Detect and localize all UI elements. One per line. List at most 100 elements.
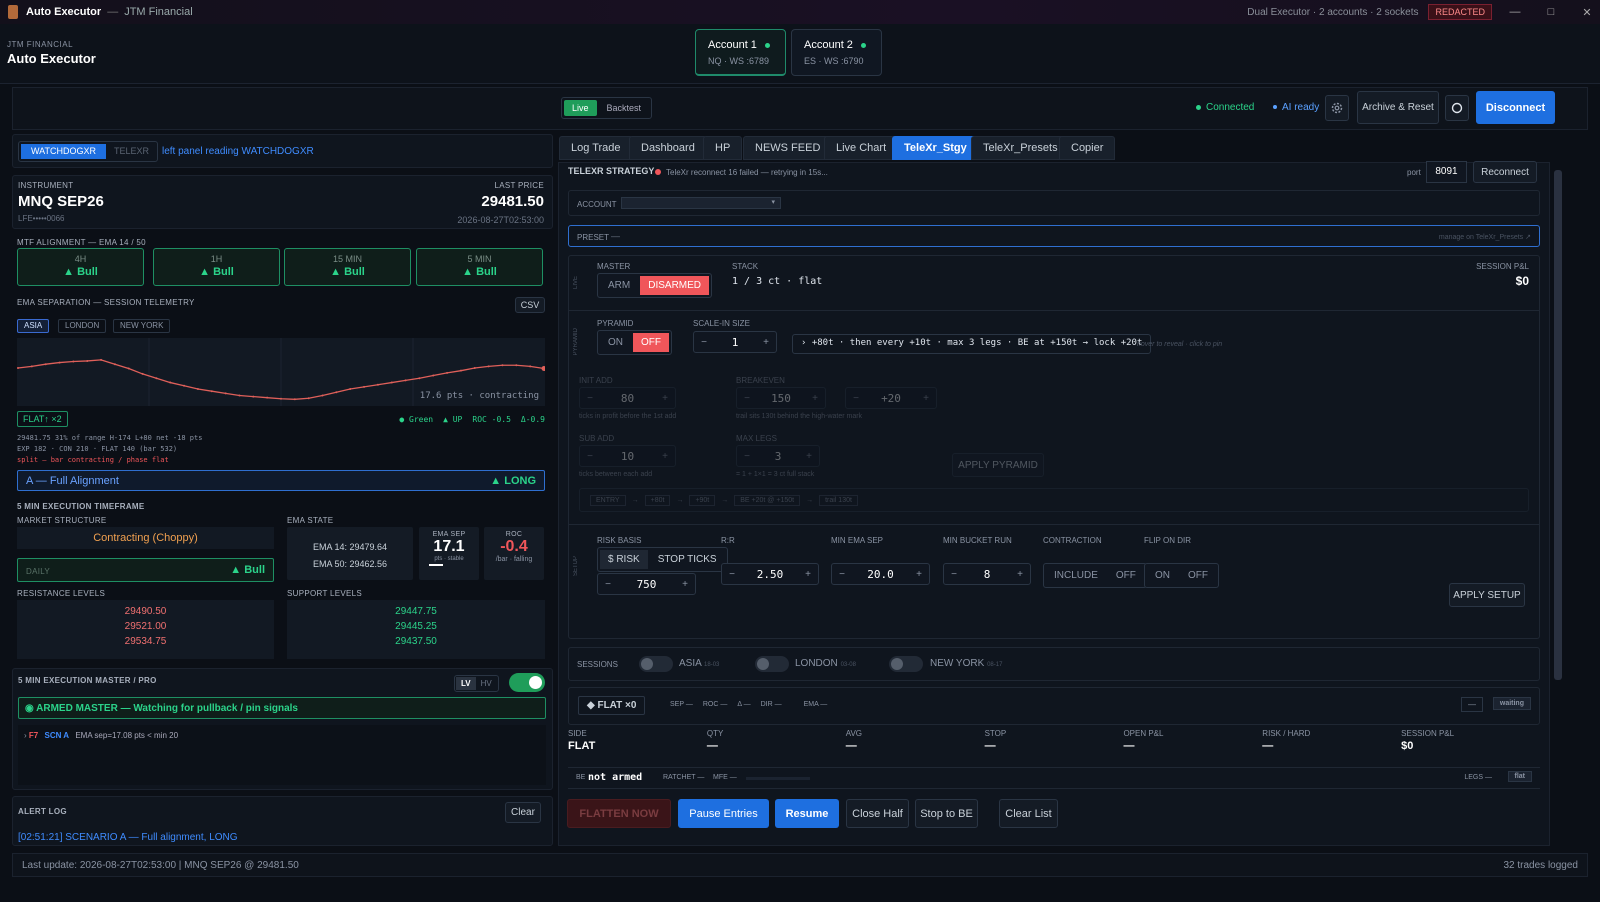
resume-button[interactable]: Resume (775, 799, 839, 828)
app-header: JTM FINANCIAL Auto Executor Account 1 NQ… (0, 24, 1600, 84)
min-bucket-stepper[interactable]: −8 + (943, 563, 1031, 585)
spark-point (307, 397, 310, 400)
close-half-button[interactable]: Close Half (846, 799, 909, 828)
spark-point (141, 372, 144, 375)
pyramid-off[interactable]: OFF (633, 333, 669, 352)
mtf-5min: 5 MIN ▲ Bull (416, 248, 543, 286)
tab-telexr-presets[interactable]: TeleXr_Presets (971, 136, 1070, 160)
hv-button[interactable]: HV (476, 677, 497, 690)
new-york-switch[interactable] (889, 656, 923, 672)
legs-badge: flat (1507, 771, 1532, 782)
flip-toggle: ON OFF (1144, 563, 1219, 588)
account-tab-2[interactable]: Account 2 ES · WS :6790 (791, 29, 882, 76)
tab-live-chart[interactable]: Live Chart (824, 136, 899, 160)
arm-button[interactable]: ARM (600, 276, 638, 295)
tab-copier[interactable]: Copier (1059, 136, 1116, 160)
instrument-label: INSTRUMENT (18, 181, 74, 190)
pause-entries-button[interactable]: Pause Entries (678, 799, 769, 828)
port-label: port (1407, 168, 1421, 177)
max-legs-stepper[interactable]: −3 + (736, 445, 820, 467)
disarmed-button[interactable]: DISARMED (640, 276, 710, 295)
be-state: not armed (588, 772, 643, 783)
source-tab-watchdogxr[interactable]: WATCHDOGXR (21, 144, 106, 159)
mode-toggle: Live Backtest (561, 97, 653, 119)
pyramid-on[interactable]: ON (600, 333, 631, 352)
scrollbar[interactable] (1554, 170, 1562, 680)
account-socket: ES · WS :6790 (804, 56, 864, 66)
pyramid-hint: hover to reveal · click to pin (1137, 341, 1223, 348)
flatten-now-button[interactable]: FLATTEN NOW (567, 799, 671, 828)
resistance-level: 29534.75 (124, 636, 167, 647)
tab-news-feed[interactable]: NEWS FEED (743, 136, 833, 160)
strategy-panel: TELEXR STRATEGY TeleXr reconnect 16 fail… (558, 161, 1550, 846)
scale-in-stepper[interactable]: −1 + (693, 331, 777, 353)
master-toggle[interactable] (509, 673, 545, 692)
tab-hp[interactable]: HP (703, 136, 743, 160)
stop-ticks-button[interactable]: STOP TICKS (650, 550, 725, 569)
redacted-badge: REDACTED (1428, 4, 1492, 20)
live-mode-button[interactable]: Live (564, 100, 597, 116)
disconnect-button[interactable]: Disconnect (1476, 91, 1555, 124)
pyramid-description[interactable]: › +80t · then every +10t · max 3 legs · … (792, 334, 1152, 354)
preset-row[interactable]: PRESET — manage on TeleXr_Presets ↗ (568, 225, 1540, 247)
london-switch[interactable] (755, 656, 789, 672)
contraction-include[interactable]: INCLUDE (1046, 566, 1106, 585)
org-name: JTM Financial (124, 6, 193, 18)
session-new-york[interactable]: NEW YORK (113, 319, 171, 333)
source-bar: WATCHDOGXR TELEXR left panel reading WAT… (12, 134, 553, 168)
init-add-stepper[interactable]: −80 + (579, 387, 676, 409)
sub-add-stepper[interactable]: −10 + (579, 445, 676, 467)
reconnect-button[interactable]: Reconnect (1473, 161, 1537, 183)
source-tab-telexr[interactable]: TELEXR (108, 144, 155, 159)
clear-alerts-button[interactable]: Clear (505, 802, 541, 823)
min-ema-sep-stepper[interactable]: −20.0 + (831, 563, 930, 585)
stop-to-be-button[interactable]: Stop to BE (915, 799, 978, 828)
lv-button[interactable]: LV (456, 677, 476, 690)
session-asia[interactable]: ASIA (17, 319, 50, 333)
tab-log-trade[interactable]: Log Trade (559, 136, 633, 160)
app-title: Auto Executor (26, 6, 102, 18)
resistance-level: 29521.00 (124, 621, 167, 632)
account-select[interactable]: ▾ (621, 197, 781, 209)
brand-org: JTM FINANCIAL (7, 40, 74, 49)
risk-stepper[interactable]: −750 + (597, 573, 696, 595)
minimize-button[interactable]: — (1502, 6, 1528, 18)
flip-on[interactable]: ON (1147, 566, 1178, 585)
apply-pyramid-button[interactable]: APPLY PYRAMID (952, 453, 1044, 477)
port-input[interactable]: 8091 (1426, 161, 1467, 183)
support-label: SUPPORT LEVELS (287, 589, 363, 598)
market-structure-label: MARKET STRUCTURE (17, 516, 107, 525)
breakeven-stepper[interactable]: −150 + (736, 387, 826, 409)
flip-off[interactable]: OFF (1180, 566, 1216, 585)
tab-telexr-stgy[interactable]: TeleXr_Stgy (892, 136, 979, 160)
settings-button[interactable] (1325, 95, 1349, 121)
asia-switch[interactable] (639, 656, 673, 672)
toolbar: Live Backtest Connected AI ready Archive… (12, 87, 1588, 130)
maximize-button[interactable]: □ (1538, 6, 1564, 18)
rr-stepper[interactable]: −2.50 + (721, 563, 819, 585)
dollar-risk-button[interactable]: $ RISK (600, 550, 648, 569)
asia-label: ASIA 18-03 (679, 658, 720, 669)
archive-reset-button[interactable]: Archive & Reset (1357, 91, 1439, 124)
support-level: 29445.25 (395, 621, 437, 632)
contraction-off[interactable]: OFF (1108, 566, 1144, 585)
refresh-button[interactable] (1445, 95, 1469, 121)
spark-point (196, 388, 199, 391)
tab-dashboard[interactable]: Dashboard (629, 136, 707, 160)
right-panel: Log Trade Dashboard HP NEWS FEED Live Ch… (558, 134, 1550, 846)
waiting-badge: waiting (1492, 697, 1531, 710)
spark-point (501, 364, 504, 367)
clear-list-button[interactable]: Clear List (999, 799, 1058, 828)
spark-point (17, 366, 19, 369)
last-update: Last update: 2026-08-27T02:53:00 | MNQ S… (22, 859, 299, 871)
manage-presets-link[interactable]: manage on TeleXr_Presets ↗ (1439, 233, 1531, 241)
session-london[interactable]: LONDON (58, 319, 107, 333)
refresh-icon (1451, 102, 1463, 114)
backtest-mode-button[interactable]: Backtest (599, 100, 650, 116)
account-tab-1[interactable]: Account 1 NQ · WS :6789 (695, 29, 786, 76)
position-metrics: SEP — ROC — Δ — DIR — EMA — (670, 701, 828, 708)
be-lock-stepper[interactable]: − +20 + (845, 387, 937, 409)
close-button[interactable]: ✕ (1574, 6, 1600, 19)
csv-button[interactable]: CSV (515, 297, 545, 313)
apply-setup-button[interactable]: APPLY SETUP (1449, 583, 1525, 607)
